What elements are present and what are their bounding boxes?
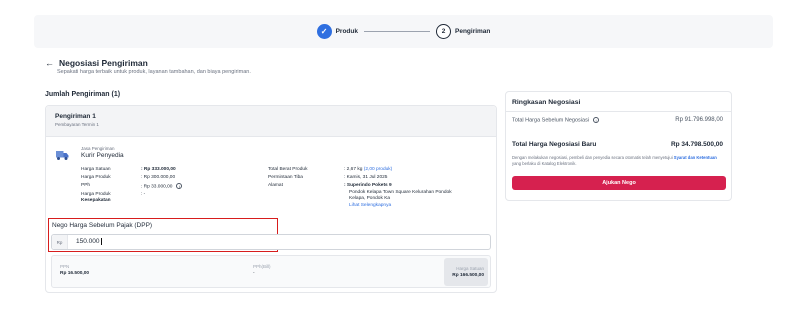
- pph-label: PPh: [81, 183, 91, 188]
- shipment-term: Pembayaran Termin 1: [55, 122, 99, 127]
- section-title: Jumlah Pengiriman (1): [45, 91, 121, 98]
- before-nego-label: Total Harga Sebelum Negosiasi i: [512, 117, 600, 124]
- shipment-header: Pengiriman 1 Pembayaran Termin 1: [46, 106, 496, 137]
- arrival-label: Permintaan Tiba: [268, 175, 303, 180]
- pph-amount: : Rp 33.000,00: [141, 184, 173, 190]
- terms-note-pre: Dengan melakukan negosiasi, pembeli dan …: [512, 155, 673, 160]
- ppn-value: Rp 16.500,00: [60, 271, 90, 276]
- terms-link[interactable]: Syarat dan Ketentuan: [674, 155, 717, 160]
- unit-price-box: Harga Satuan Rp 166.500,00: [444, 258, 488, 286]
- step-connector: [364, 31, 430, 32]
- summary-title: Ringkasan Negosiasi: [512, 99, 581, 106]
- address-label: Alamat: [268, 183, 283, 188]
- page-subtitle: Sepakati harga terbaik untuk produk, lay…: [57, 69, 251, 75]
- agreed-price-label: Harga Produk: [81, 192, 111, 197]
- address-value: : Superindo Pokets 9: [344, 183, 392, 188]
- nego-price-text: 150.000: [76, 238, 100, 246]
- total-weight-value: : 2,67 kg (2,00 produk): [344, 167, 392, 172]
- courier-value: Kurir Penyedia: [81, 152, 124, 159]
- agreed-price-value: : -: [141, 192, 146, 197]
- product-price-label: Harga Produk: [81, 175, 111, 180]
- text-caret: [100, 238, 102, 246]
- address-line-3: Kelapa, Pondok Ka: [349, 196, 391, 201]
- terms-note: Dengan melakukan negosiasi, pembeli dan …: [512, 155, 727, 168]
- weight-amount: : 2,67 kg: [344, 167, 363, 172]
- pph-value: : Rp 33.000,00 i: [141, 183, 183, 190]
- total-weight-label: Total Berat Produk: [268, 167, 308, 172]
- page-header: ← Negosiasi Pengiriman: [45, 58, 148, 68]
- pph-bill-label: PPh(Bill): [253, 264, 271, 269]
- info-icon[interactable]: i: [593, 117, 600, 123]
- weight-products-link[interactable]: (2,00 produk): [364, 167, 393, 172]
- step-number: 2: [436, 24, 451, 39]
- total-nego-value: Rp 34.798.500,00: [670, 141, 723, 148]
- step-pengiriman-label: Pengiriman: [455, 28, 491, 35]
- step-produk[interactable]: ✓ Produk: [316, 24, 358, 39]
- product-price-value: : Rp 300.000,00: [141, 175, 176, 180]
- total-nego-label: Total Harga Negosiasi Baru: [512, 141, 597, 148]
- progress-stepper: ✓ Produk 2 Pengiriman: [34, 15, 773, 48]
- courier-label: Jasa Pengiriman: [81, 146, 115, 151]
- ppn-label: PPN: [60, 264, 70, 269]
- unit-price-value: : Rp 333.000,00: [141, 167, 176, 172]
- before-nego-text: Total Harga Sebelum Negosiasi: [512, 117, 590, 124]
- page-title: Negosiasi Pengiriman: [59, 58, 148, 68]
- price-breakdown: PPN Rp 16.500,00 PPh(Bill) - Harga Satua…: [51, 255, 491, 288]
- currency-prefix: Rp: [52, 235, 68, 249]
- unit-price-total-value: Rp 166.500,00: [452, 273, 484, 278]
- nego-price-input[interactable]: Rp 150.000: [51, 234, 491, 250]
- unit-price-label: Harga Satuan: [81, 167, 111, 172]
- arrival-value: : Kamis, 31 Jul 2025: [344, 175, 388, 180]
- info-icon[interactable]: i: [176, 183, 183, 189]
- agreed-price-label-line2: Kesepakatan: [81, 198, 111, 203]
- pph-bill-value: -: [253, 271, 255, 276]
- terms-note-post: yang berlaku di Katalog Elektronik.: [512, 161, 577, 167]
- nego-price-value[interactable]: 150.000: [68, 238, 102, 246]
- summary-divider: [506, 111, 731, 112]
- submit-nego-button[interactable]: Ajukan Nego: [512, 176, 726, 190]
- step-pengiriman[interactable]: 2 Pengiriman: [436, 24, 490, 39]
- nego-label: Nego Harga Sebelum Pajak (DPP): [52, 222, 153, 229]
- negotiation-summary: Ringkasan Negosiasi Total Harga Sebelum …: [505, 91, 732, 201]
- back-arrow-icon[interactable]: ←: [45, 58, 54, 68]
- shipment-title: Pengiriman 1: [55, 113, 96, 120]
- address-line-2: Pondok Kelapa Town Square Kelurahan Pond…: [349, 190, 452, 195]
- before-nego-value: Rp 91.796.998,00: [675, 117, 723, 123]
- check-icon: ✓: [316, 24, 332, 39]
- unit-price-total-label: Harga Satuan: [456, 266, 484, 271]
- step-produk-label: Produk: [335, 28, 358, 35]
- truck-icon: [56, 151, 69, 160]
- see-more-link[interactable]: Lihat Selengkapnya: [349, 203, 391, 208]
